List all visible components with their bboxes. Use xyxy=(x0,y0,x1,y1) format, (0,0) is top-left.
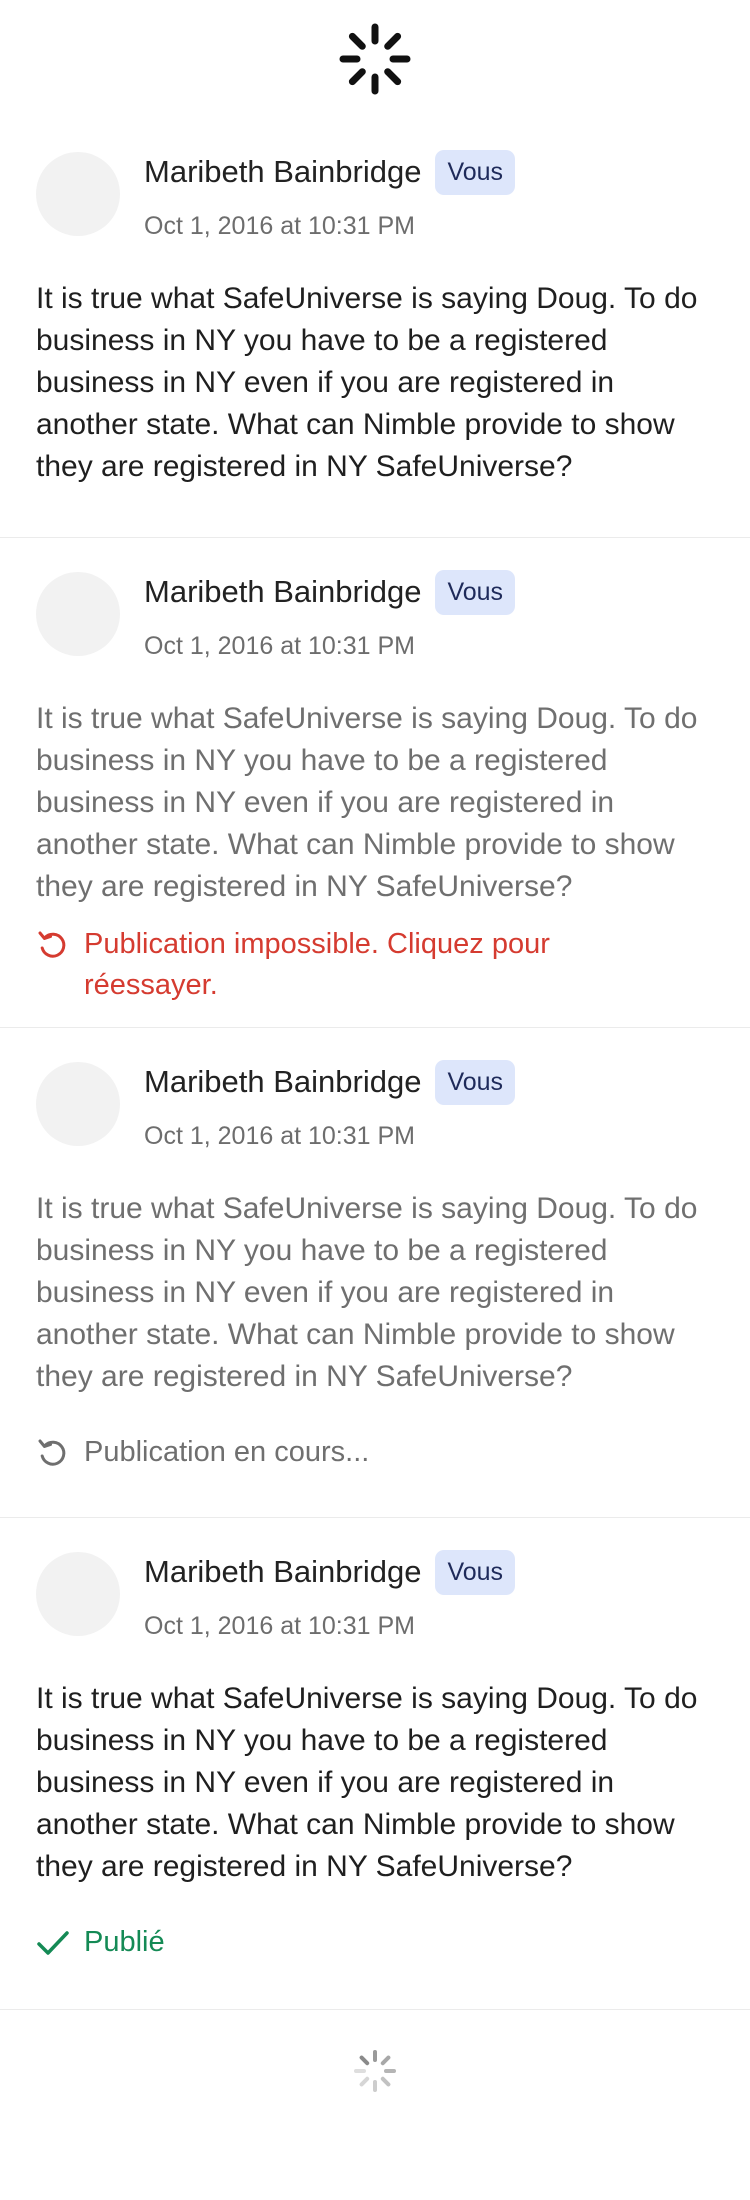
avatar xyxy=(36,572,120,656)
status-text: Publié xyxy=(84,1926,165,1958)
comment-timestamp: Oct 1, 2016 at 10:31 PM xyxy=(144,212,415,240)
you-badge: Vous xyxy=(435,1549,516,1595)
you-badge: Vous xyxy=(435,149,516,195)
comment-item: Maribeth Bainbridge Vous Oct 1, 2016 at … xyxy=(0,1028,750,1518)
author-name: Maribeth Bainbridge xyxy=(144,574,422,609)
comment-text: It is true what SafeUniverse is saying D… xyxy=(36,702,698,903)
comments-page: Maribeth Bainbridge Vous Oct 1, 2016 at … xyxy=(0,0,750,2200)
avatar xyxy=(36,1062,120,1146)
publish-status: Publication en cours... xyxy=(36,1432,369,1473)
avatar xyxy=(36,1552,120,1636)
comment-timestamp: Oct 1, 2016 at 10:31 PM xyxy=(144,1612,415,1640)
comment-item: Maribeth Bainbridge Vous Oct 1, 2016 at … xyxy=(0,538,750,1028)
author-name: Maribeth Bainbridge xyxy=(144,1064,422,1099)
avatar xyxy=(36,152,120,236)
comment-header: Maribeth Bainbridge Vous xyxy=(144,144,516,200)
retry-icon xyxy=(38,931,66,958)
spinner-icon xyxy=(339,23,411,95)
you-badge: Vous xyxy=(435,569,516,615)
comment-timestamp: Oct 1, 2016 at 10:31 PM xyxy=(144,632,415,660)
status-text: Publication en cours... xyxy=(84,1436,370,1468)
comment-text: It is true what SafeUniverse is saying D… xyxy=(36,1682,698,1883)
comment-header: Maribeth Bainbridge Vous xyxy=(144,564,516,620)
you-badge: Vous xyxy=(435,1059,516,1105)
comment-header: Maribeth Bainbridge Vous xyxy=(144,1054,516,1110)
sync-icon xyxy=(38,1439,66,1466)
comment-text: It is true what SafeUniverse is saying D… xyxy=(36,1192,698,1393)
comment-item: Maribeth Bainbridge Vous Oct 1, 2016 at … xyxy=(0,124,750,538)
comment-text: It is true what SafeUniverse is saying D… xyxy=(36,282,698,483)
checkmark-icon xyxy=(37,1931,69,1955)
author-name: Maribeth Bainbridge xyxy=(144,1554,422,1589)
comment-item: Maribeth Bainbridge Vous Oct 1, 2016 at … xyxy=(0,1518,750,2010)
publish-status: Publié xyxy=(36,1922,165,1963)
comment-timestamp: Oct 1, 2016 at 10:31 PM xyxy=(144,1122,415,1150)
comment-header: Maribeth Bainbridge Vous xyxy=(144,1544,516,1600)
status-text: Publication impossible. Cliquez pour rée… xyxy=(84,928,550,1001)
spinner-icon xyxy=(354,2050,396,2092)
author-name: Maribeth Bainbridge xyxy=(144,154,422,189)
retry-publish-button[interactable]: Publication impossible. Cliquez pour rée… xyxy=(36,924,556,1006)
